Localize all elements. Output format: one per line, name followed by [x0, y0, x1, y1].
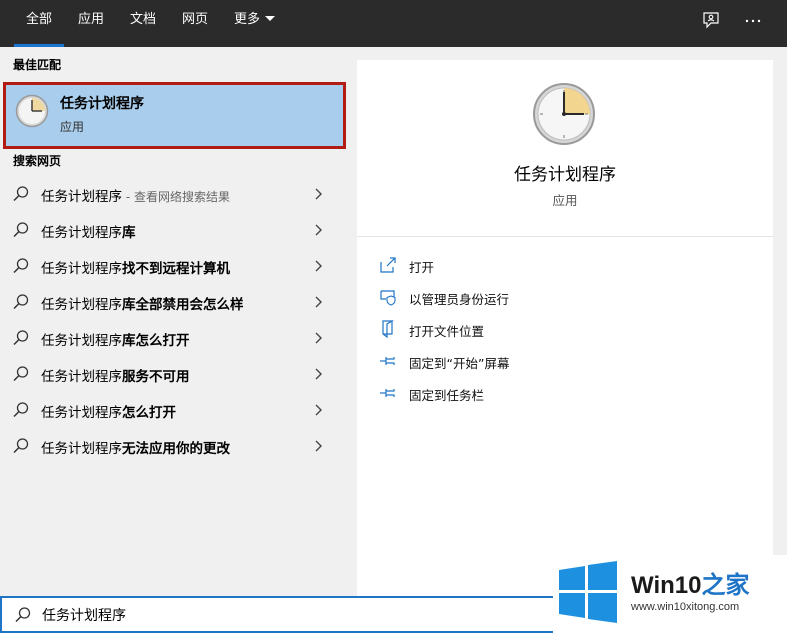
- tab-web[interactable]: 网页: [170, 0, 220, 47]
- app-details-panel: 任务计划程序 应用 打开 以管理员身份运行 打开文件位置 固定到“开始”屏幕 固…: [357, 60, 773, 596]
- suggestion-extra: 库全部禁用会怎么样: [122, 297, 244, 313]
- suggestion-extra: 无法应用你的更改: [122, 441, 230, 457]
- suggestion-base: 任务计划程序: [41, 225, 122, 241]
- suggestion-extra: 怎么打开: [122, 405, 176, 421]
- search-icon: [13, 258, 29, 274]
- search-filter-bar: 全部 应用 文档 网页 更多: [0, 0, 787, 47]
- search-icon: [13, 222, 29, 238]
- tab-more[interactable]: 更多: [222, 0, 287, 47]
- search-icon: [13, 330, 29, 346]
- suggestion-base: 任务计划程序: [41, 297, 122, 313]
- pin-icon: [380, 389, 395, 397]
- best-match-name: 任务计划程序: [60, 96, 144, 112]
- list-item[interactable]: 任务计划程序无法应用你的更改: [0, 428, 345, 464]
- list-item[interactable]: 任务计划程序库全部禁用会怎么样: [0, 284, 345, 320]
- suggestion-base: 任务计划程序: [41, 261, 122, 277]
- pin-to-taskbar-action[interactable]: 固定到任务栏: [379, 382, 749, 406]
- tab-apps[interactable]: 应用: [66, 0, 116, 47]
- task-scheduler-icon: [15, 94, 49, 128]
- suggestion-extra: 服务不可用: [122, 369, 190, 385]
- watermark-url: www.win10xitong.com: [631, 601, 740, 613]
- run-as-admin-action[interactable]: 以管理员身份运行: [379, 286, 749, 310]
- watermark: Win10之家 www.win10xitong.com: [553, 555, 787, 633]
- open-icon: [380, 257, 396, 273]
- more-options-icon[interactable]: [741, 8, 765, 32]
- best-match-type: 应用: [60, 120, 85, 134]
- open-label: 打开: [409, 260, 435, 275]
- chevron-right-icon: [315, 404, 322, 416]
- chevron-down-icon: [265, 16, 276, 21]
- chevron-right-icon: [315, 224, 322, 236]
- open-file-location-label: 打开文件位置: [409, 324, 485, 339]
- tab-documents-label: 文档: [130, 12, 157, 27]
- search-icon: [13, 402, 29, 418]
- list-item[interactable]: 任务计划程序服务不可用: [0, 356, 345, 392]
- run-as-admin-label: 以管理员身份运行: [409, 292, 510, 307]
- search-icon: [13, 438, 29, 454]
- chevron-right-icon: [315, 440, 322, 452]
- search-icon: [13, 294, 29, 310]
- tab-apps-label: 应用: [78, 12, 105, 27]
- task-scheduler-large-icon: [533, 83, 595, 145]
- pin-to-start-action[interactable]: 固定到“开始”屏幕: [379, 350, 749, 374]
- suggestion-extra: 找不到远程计算机: [122, 261, 230, 277]
- windows-logo-icon: [559, 561, 617, 623]
- search-icon: [13, 366, 29, 382]
- watermark-brand-accent: 之家: [701, 572, 750, 599]
- search-input[interactable]: [42, 603, 542, 627]
- feedback-icon[interactable]: [699, 8, 723, 32]
- tab-more-label: 更多: [234, 12, 261, 27]
- best-match-heading: 最佳匹配: [13, 58, 62, 72]
- file-location-icon: [382, 320, 395, 338]
- suggestion-hint: - 查看网络搜索结果: [122, 190, 230, 204]
- list-item[interactable]: 任务计划程序 - 查看网络搜索结果: [0, 176, 345, 212]
- list-item[interactable]: 任务计划程序怎么打开: [0, 392, 345, 428]
- chevron-right-icon: [315, 332, 322, 344]
- suggestion-base: 任务计划程序: [41, 189, 122, 205]
- web-search-heading: 搜索网页: [13, 154, 62, 168]
- search-icon: [13, 186, 29, 202]
- suggestion-base: 任务计划程序: [41, 405, 122, 421]
- pin-to-start-label: 固定到“开始”屏幕: [409, 356, 510, 371]
- open-file-location-action[interactable]: 打开文件位置: [379, 318, 749, 342]
- suggestion-extra: 库: [122, 225, 136, 241]
- suggestion-base: 任务计划程序: [41, 369, 122, 385]
- list-item[interactable]: 任务计划程序找不到远程计算机: [0, 248, 345, 284]
- list-item[interactable]: 任务计划程序库: [0, 212, 345, 248]
- tab-web-label: 网页: [182, 12, 209, 27]
- watermark-brand: Win10: [631, 572, 702, 599]
- divider: [357, 236, 773, 237]
- pin-icon: [380, 357, 395, 365]
- tab-all-label: 全部: [26, 12, 53, 27]
- best-match-item[interactable]: 任务计划程序 应用: [3, 82, 346, 149]
- tab-documents[interactable]: 文档: [118, 0, 168, 47]
- pin-to-taskbar-label: 固定到任务栏: [409, 388, 485, 403]
- chevron-right-icon: [315, 188, 322, 200]
- shield-icon: [380, 290, 396, 306]
- chevron-right-icon: [315, 296, 322, 308]
- app-title: 任务计划程序: [514, 165, 616, 185]
- suggestion-base: 任务计划程序: [41, 441, 122, 457]
- list-item[interactable]: 任务计划程序库怎么打开: [0, 320, 345, 356]
- suggestion-extra: 库怎么打开: [122, 333, 190, 349]
- suggestion-base: 任务计划程序: [41, 333, 122, 349]
- app-type: 应用: [552, 193, 578, 208]
- chevron-right-icon: [315, 368, 322, 380]
- chevron-right-icon: [315, 260, 322, 272]
- search-icon: [15, 607, 31, 623]
- open-action[interactable]: 打开: [379, 254, 749, 278]
- tab-all[interactable]: 全部: [14, 0, 65, 47]
